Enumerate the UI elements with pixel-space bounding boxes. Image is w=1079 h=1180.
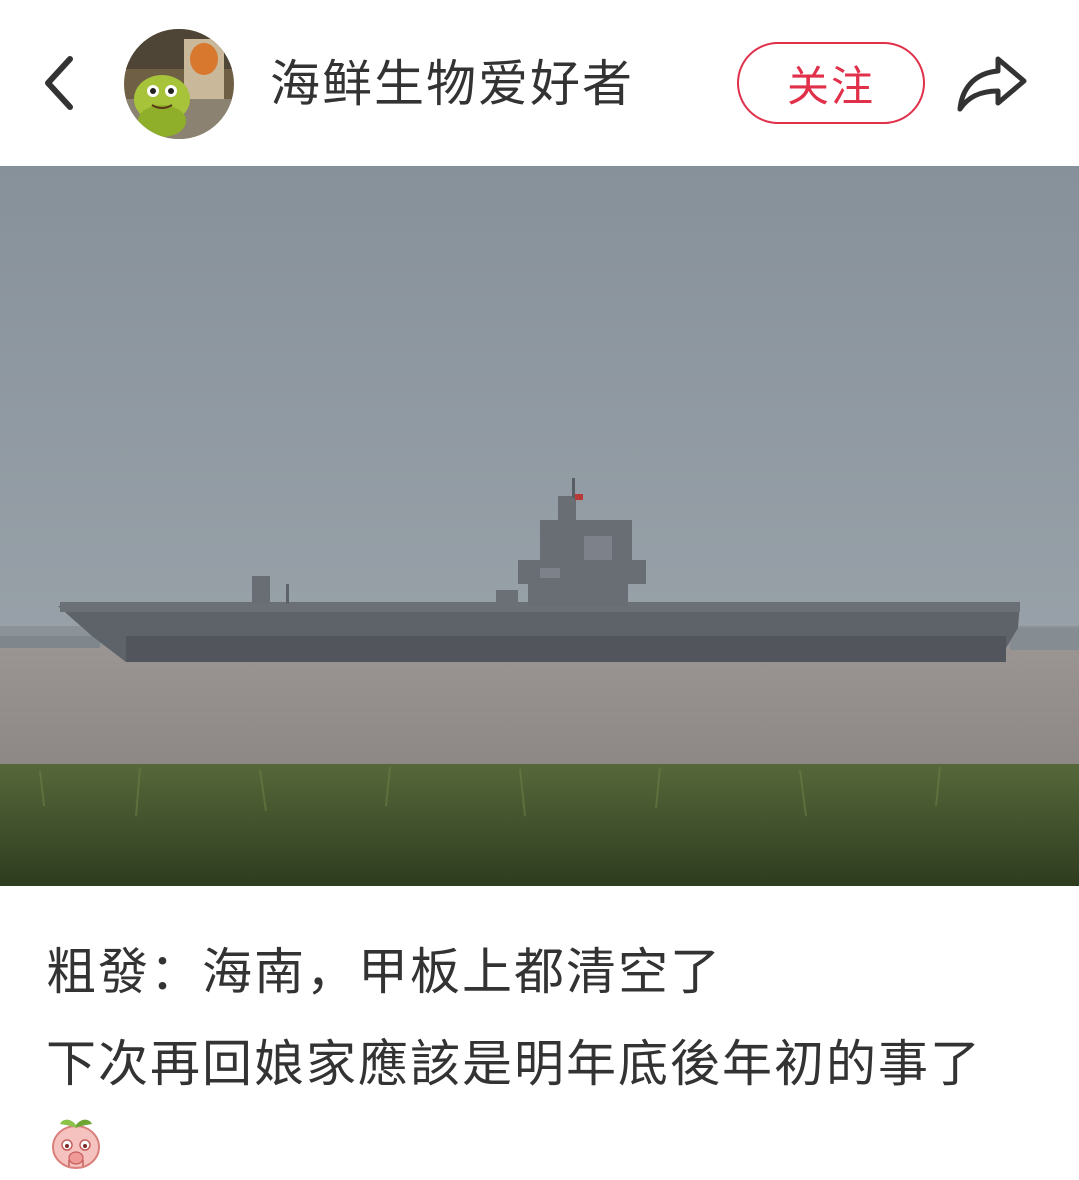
- share-arrow-icon: [957, 56, 1027, 112]
- share-button[interactable]: [952, 48, 1032, 118]
- peach-cry-emoji-icon: [48, 1114, 104, 1170]
- avatar[interactable]: [124, 29, 234, 139]
- follow-button[interactable]: 关注: [737, 42, 925, 124]
- post-photo[interactable]: [0, 166, 1079, 886]
- back-button[interactable]: [30, 50, 90, 116]
- username[interactable]: 海鲜生物爱好者: [270, 54, 634, 114]
- caption-line-1: 粗發：海南，甲板上都清空了: [46, 943, 722, 1001]
- chevron-left-icon: [45, 56, 73, 110]
- post-caption: 粗發：海南，甲板上都清空了 下次再回娘家應該是明年底後年初的事了: [46, 940, 1046, 1096]
- caption-line-2: 下次再回娘家應該是明年底後年初的事了: [46, 1035, 982, 1093]
- top-bar: 海鲜生物爱好者 关注: [0, 0, 1079, 166]
